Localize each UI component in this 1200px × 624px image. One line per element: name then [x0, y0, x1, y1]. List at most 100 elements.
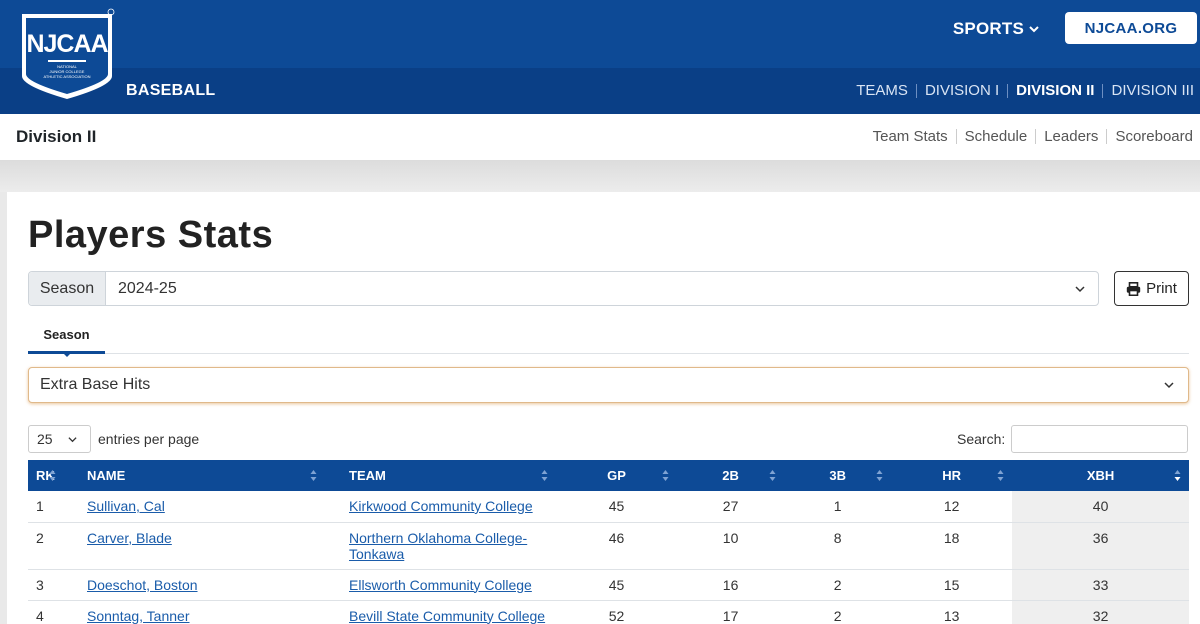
- chevron-down-icon: [1075, 286, 1085, 293]
- sort-icon: [49, 470, 56, 481]
- stat-category-value: Extra Base Hits: [40, 376, 151, 393]
- team-link[interactable]: Bevill State Community College: [349, 608, 545, 624]
- stat-category-select[interactable]: Extra Base Hits: [28, 367, 1189, 403]
- column-header-gp[interactable]: GP: [556, 460, 678, 491]
- team-link[interactable]: Ellsworth Community College: [349, 577, 532, 593]
- sub-nav: Team Stats Schedule Leaders Scoreboard: [865, 128, 1193, 145]
- cell-name: Sullivan, Cal: [64, 491, 325, 523]
- table-header-row: RK NAME TEAM GP 2B 3B HR XBH: [28, 460, 1189, 491]
- cell-hr: 15: [891, 569, 1013, 601]
- cell-2b: 16: [677, 569, 785, 601]
- nav-teams[interactable]: TEAMS: [848, 82, 916, 99]
- print-label: Print: [1146, 280, 1177, 297]
- cell-team: Kirkwood Community College: [325, 491, 556, 523]
- sports-menu[interactable]: SPORTS: [953, 19, 1039, 39]
- cell-3b: 2: [784, 569, 892, 601]
- subnav-scoreboard[interactable]: Scoreboard: [1107, 128, 1193, 145]
- cell-xbh: 33: [1012, 569, 1189, 601]
- table-row: 1 Sullivan, Cal Kirkwood Community Colle…: [28, 491, 1189, 523]
- season-select-label: Season: [29, 272, 106, 305]
- sort-icon: [997, 470, 1004, 481]
- cell-rank: 2: [28, 522, 64, 570]
- team-link[interactable]: Kirkwood Community College: [349, 498, 533, 514]
- cell-team: Bevill State Community College: [325, 600, 556, 624]
- table-row: 3 Doeschot, Boston Ellsworth Community C…: [28, 569, 1189, 601]
- season-select[interactable]: Season 2024-25: [28, 271, 1099, 306]
- cell-team: Northern Oklahoma College- Tonkawa: [325, 522, 556, 570]
- players-stats-table: RK NAME TEAM GP 2B 3B HR XBH 1 Sullivan,…: [28, 460, 1189, 624]
- nav-division-ii[interactable]: DIVISION II: [1008, 82, 1102, 99]
- table-row: 4 Sonntag, Tanner Bevill State Community…: [28, 600, 1189, 624]
- cell-name: Carver, Blade: [64, 522, 325, 570]
- team-link-line1: Northern Oklahoma College-: [349, 529, 528, 546]
- cell-2b: 27: [677, 491, 785, 523]
- page-title: Players Stats: [28, 214, 274, 256]
- cell-hr: 18: [891, 522, 1013, 570]
- chevron-down-icon: [1164, 382, 1174, 389]
- tab-season[interactable]: Season: [28, 318, 105, 354]
- cell-gp: 52: [556, 600, 678, 624]
- nav-division-i[interactable]: DIVISION I: [917, 82, 1007, 99]
- cell-xbh: 40: [1012, 491, 1189, 523]
- cell-rank: 1: [28, 491, 64, 523]
- column-header-rk[interactable]: RK: [28, 460, 64, 491]
- cell-name: Sonntag, Tanner: [64, 600, 325, 624]
- subnav-leaders[interactable]: Leaders: [1036, 128, 1106, 145]
- subnav-schedule[interactable]: Schedule: [957, 128, 1036, 145]
- cell-hr: 12: [891, 491, 1013, 523]
- cell-3b: 1: [784, 491, 892, 523]
- cell-rank: 3: [28, 569, 64, 601]
- player-link[interactable]: Sullivan, Cal: [87, 498, 165, 514]
- entries-per-page-select[interactable]: 25: [28, 425, 91, 453]
- column-header-name[interactable]: NAME: [64, 460, 325, 491]
- njcaa-org-button[interactable]: NJCAA.ORG: [1065, 12, 1197, 44]
- cell-3b: 8: [784, 522, 892, 570]
- division-nav: TEAMS DIVISION I DIVISION II DIVISION II…: [848, 82, 1194, 99]
- player-link[interactable]: Sonntag, Tanner: [87, 608, 190, 624]
- column-header-team[interactable]: TEAM: [325, 460, 556, 491]
- cell-gp: 45: [556, 569, 678, 601]
- team-link-line2: Tonkawa: [349, 545, 405, 562]
- entries-control: 25 entries per page: [28, 425, 199, 453]
- team-link[interactable]: Northern Oklahoma College- Tonkawa: [349, 530, 527, 562]
- sub-header: Division II Team Stats Schedule Leaders …: [0, 114, 1200, 160]
- cell-name: Doeschot, Boston: [64, 569, 325, 601]
- column-header-3b[interactable]: 3B: [784, 460, 892, 491]
- sort-icon: [662, 470, 669, 481]
- cell-rank: 4: [28, 600, 64, 624]
- nav-division-iii[interactable]: DIVISION III: [1103, 82, 1194, 99]
- print-button[interactable]: Print: [1114, 271, 1189, 306]
- player-link[interactable]: Carver, Blade: [87, 530, 172, 546]
- player-link[interactable]: Doeschot, Boston: [87, 577, 198, 593]
- sort-desc-icon: [1174, 470, 1181, 481]
- sort-icon: [876, 470, 883, 481]
- column-header-hr[interactable]: HR: [891, 460, 1013, 491]
- cell-2b: 17: [677, 600, 785, 624]
- active-tab-caret: [62, 352, 72, 357]
- entries-value: 25: [37, 431, 53, 447]
- season-select-value[interactable]: 2024-25: [106, 272, 1098, 305]
- sort-icon: [310, 470, 317, 481]
- njcaa-logo[interactable]: NJCAA NATIONAL JUNIOR COLLEGE ATHLETIC A…: [18, 6, 116, 100]
- cell-hr: 13: [891, 600, 1013, 624]
- svg-text:NJCAA: NJCAA: [26, 30, 108, 58]
- division-title: Division II: [16, 127, 97, 146]
- cell-xbh: 36: [1012, 522, 1189, 570]
- search-input[interactable]: [1011, 425, 1189, 453]
- printer-icon: [1126, 281, 1141, 296]
- chevron-down-icon: [68, 437, 77, 443]
- column-header-xbh[interactable]: XBH: [1012, 460, 1189, 491]
- cell-gp: 46: [556, 522, 678, 570]
- subnav-team-stats[interactable]: Team Stats: [865, 128, 956, 145]
- sort-icon: [769, 470, 776, 481]
- table-row: 2 Carver, Blade Northern Oklahoma Colleg…: [28, 522, 1189, 570]
- svg-text:ATHLETIC ASSOCIATION: ATHLETIC ASSOCIATION: [44, 74, 91, 79]
- search-label: Search:: [957, 431, 1006, 447]
- cell-xbh: 32: [1012, 600, 1189, 624]
- sport-name[interactable]: BASEBALL: [126, 82, 216, 100]
- column-header-2b[interactable]: 2B: [677, 460, 785, 491]
- cell-gp: 45: [556, 491, 678, 523]
- cell-team: Ellsworth Community College: [325, 569, 556, 601]
- table-search: Search:: [957, 425, 1189, 453]
- sports-menu-label: SPORTS: [952, 19, 1024, 38]
